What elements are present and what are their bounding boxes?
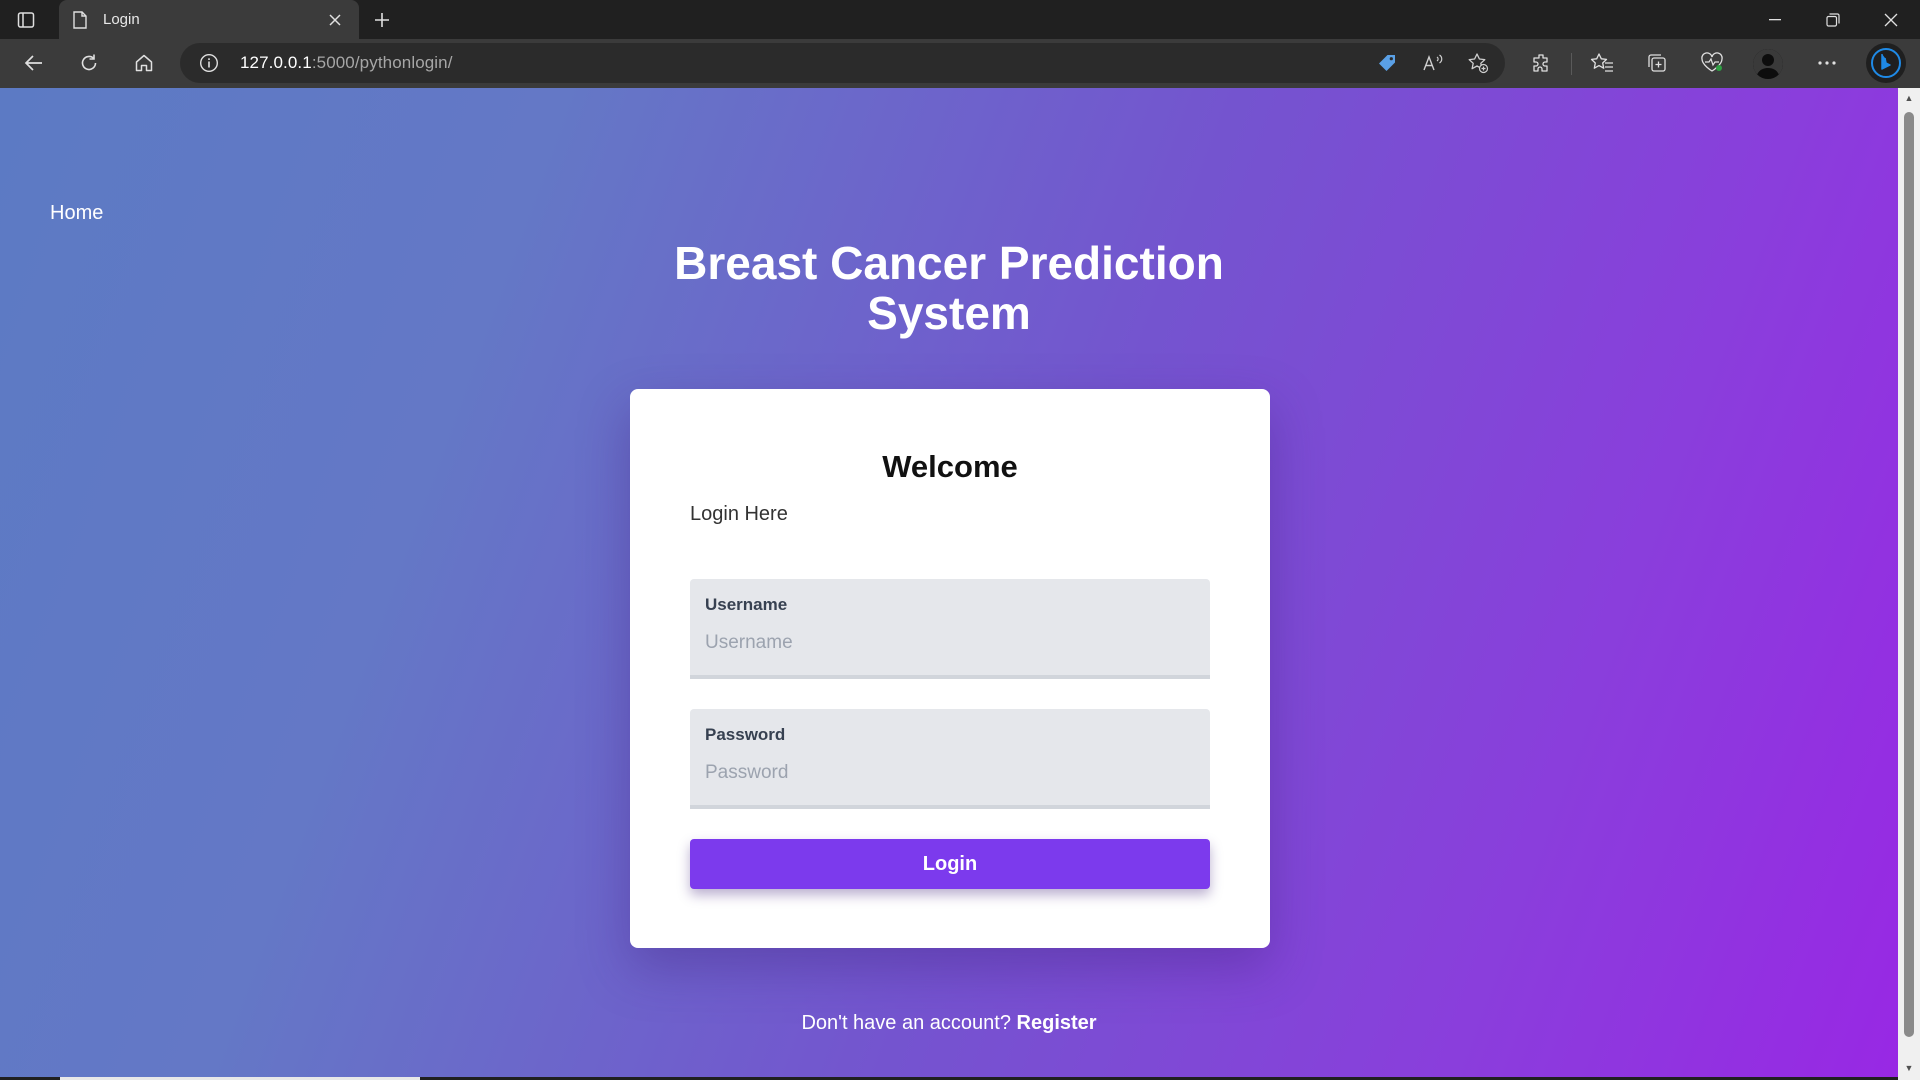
site-info-icon[interactable] <box>198 52 220 74</box>
read-aloud-icon[interactable] <box>1419 49 1447 77</box>
username-input[interactable] <box>705 629 1195 657</box>
tab-strip: Login <box>0 0 1920 39</box>
tab-actions-icon[interactable] <box>14 8 38 32</box>
copilot-icon[interactable] <box>1866 43 1906 83</box>
username-field: Username <box>690 579 1210 679</box>
more-options-icon[interactable] <box>1812 48 1842 78</box>
welcome-heading: Welcome <box>882 449 1018 484</box>
extensions-icon[interactable] <box>1527 48 1557 78</box>
register-prompt: Don't have an account? Register <box>0 1012 1898 1035</box>
restore-icon[interactable] <box>1804 0 1862 39</box>
browser-toolbar: 127.0.0.1:5000/pythonlogin/ <box>0 39 1920 88</box>
new-tab-icon[interactable] <box>368 6 396 34</box>
nav-home-link[interactable]: Home <box>50 202 103 225</box>
favorites-icon[interactable] <box>1587 48 1617 78</box>
toolbar-separator <box>1571 53 1572 75</box>
page-title-line1: Breast Cancer Prediction <box>674 237 1224 289</box>
browser-tab-login[interactable]: Login <box>59 0 359 39</box>
refresh-icon[interactable] <box>71 45 107 81</box>
password-field: Password <box>690 709 1210 809</box>
back-icon[interactable] <box>16 45 52 81</box>
register-prompt-text: Don't have an account? <box>801 1012 1011 1034</box>
scroll-up-icon[interactable]: ▲ <box>1903 92 1915 104</box>
password-input[interactable] <box>705 759 1195 787</box>
page-viewport: Home Breast Cancer Prediction System Wel… <box>0 88 1898 1080</box>
scrollbar-thumb[interactable] <box>1904 112 1914 1037</box>
close-tab-icon[interactable] <box>325 10 345 30</box>
login-card: Welcome Login Here Username Password Log… <box>630 389 1270 948</box>
minimize-icon[interactable] <box>1746 0 1804 39</box>
login-button[interactable]: Login <box>690 839 1210 889</box>
collections-icon[interactable] <box>1642 48 1672 78</box>
username-label: Username <box>705 595 788 614</box>
url-text: 127.0.0.1:5000/pythonlogin/ <box>240 53 453 72</box>
scroll-down-icon[interactable]: ▼ <box>1903 1062 1915 1074</box>
address-bar[interactable]: 127.0.0.1:5000/pythonlogin/ <box>180 43 1505 83</box>
page-title-line2: System <box>867 287 1031 339</box>
browser-essentials-icon[interactable] <box>1697 48 1727 78</box>
shopping-tag-icon[interactable] <box>1373 49 1401 77</box>
register-link[interactable]: Register <box>1017 1012 1097 1034</box>
home-icon[interactable] <box>126 45 162 81</box>
profile-avatar[interactable] <box>1753 49 1783 79</box>
add-favorite-icon[interactable] <box>1464 49 1492 77</box>
page-icon <box>73 10 91 30</box>
close-window-icon[interactable] <box>1862 0 1920 39</box>
tab-title: Login <box>103 11 140 28</box>
password-label: Password <box>705 725 786 744</box>
page-title: Breast Cancer Prediction System <box>0 238 1898 338</box>
login-subtitle: Login Here <box>690 503 788 525</box>
